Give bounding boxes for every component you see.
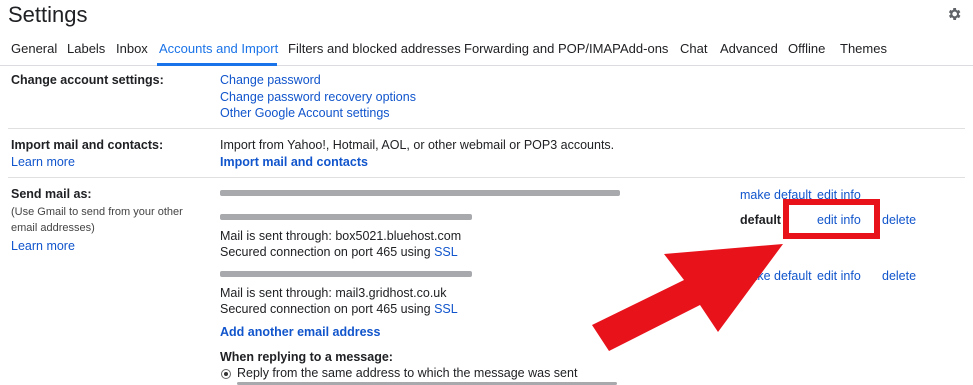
highlight-box-annotation [783,199,880,239]
red-arrow-annotation [592,244,783,351]
